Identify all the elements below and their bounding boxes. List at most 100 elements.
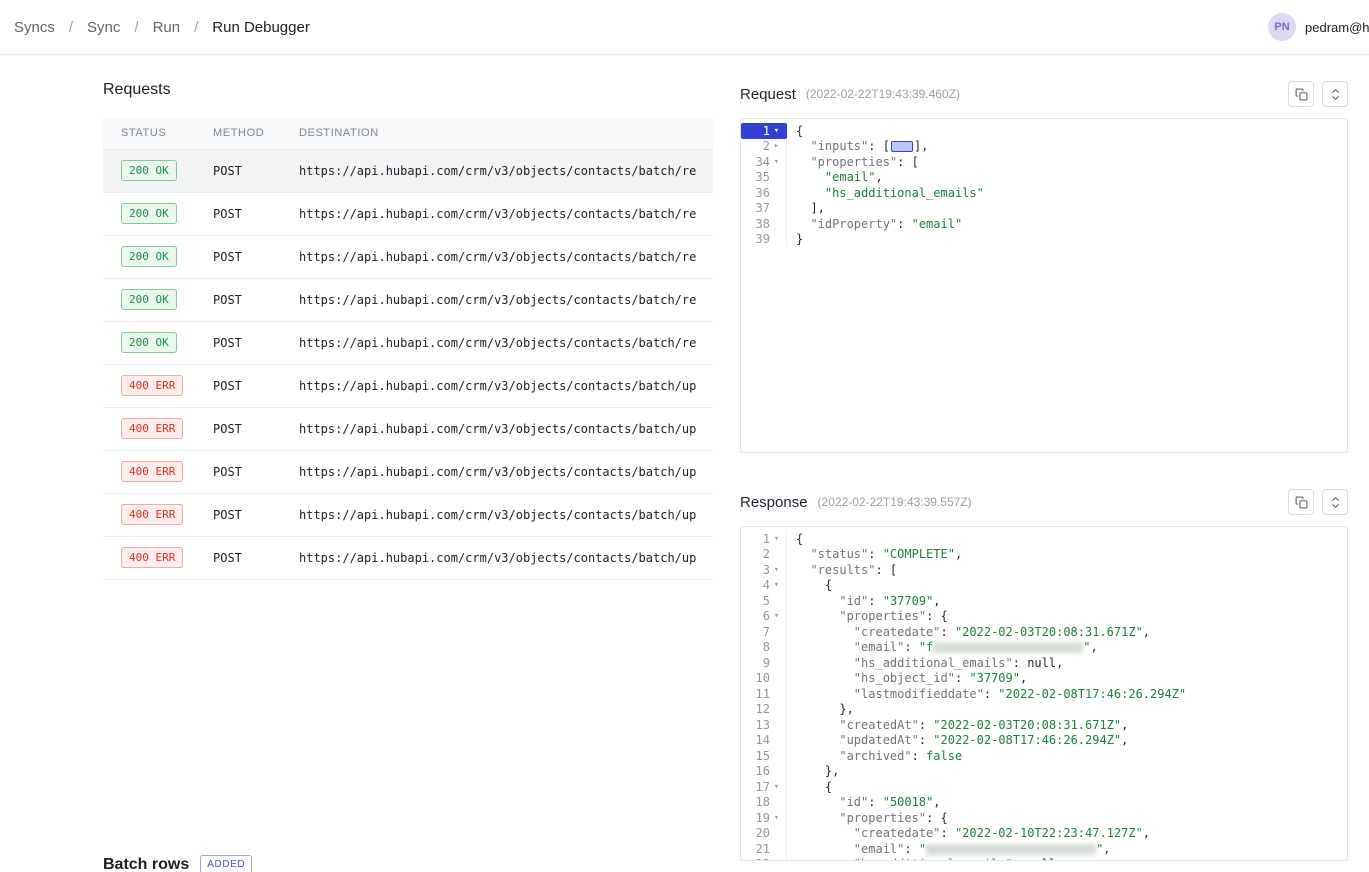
table-row[interactable]: 200 OKPOSThttps://api.hubapi.com/crm/v3/…: [103, 192, 713, 235]
copy-response-button[interactable]: [1288, 489, 1314, 515]
line-gutter: 21: [741, 841, 787, 857]
code-text: "updatedAt": "2022-02-08T17:46:26.294Z",: [796, 733, 1128, 747]
table-row[interactable]: 400 ERRPOSThttps://api.hubapi.com/crm/v3…: [103, 493, 713, 536]
breadcrumb-syncs[interactable]: Syncs: [14, 19, 55, 36]
code-line: 39}: [741, 232, 1347, 248]
line-number: 19: [746, 811, 770, 825]
line-number: 14: [746, 733, 770, 747]
line-number: 13: [746, 718, 770, 732]
line-gutter: 38: [741, 216, 787, 232]
avatar[interactable]: PN: [1268, 13, 1296, 41]
table-row[interactable]: 200 OKPOSThttps://api.hubapi.com/crm/v3/…: [103, 235, 713, 278]
column-header-destination: DESTINATION: [281, 118, 713, 149]
code-text: "hs_additional_emails": null,: [796, 857, 1063, 861]
line-gutter: 8: [741, 640, 787, 656]
fold-arrow-icon[interactable]: ▾: [770, 157, 783, 167]
batch-rows-title: Batch rows: [103, 856, 189, 872]
line-gutter: 39: [741, 232, 787, 248]
table-header-row: STATUS METHOD DESTINATION: [103, 118, 713, 149]
request-viewer: Request (2022-02-22T19:43:39.460Z): [740, 81, 1348, 453]
destination-cell: https://api.hubapi.com/crm/v3/objects/co…: [281, 235, 713, 278]
expand-response-button[interactable]: [1322, 489, 1348, 515]
line-number: 9: [746, 656, 770, 670]
breadcrumb: Syncs / Sync / Run / Run Debugger: [14, 19, 310, 36]
fold-arrow-icon[interactable]: ▾: [770, 565, 783, 575]
response-actions: [1288, 489, 1348, 515]
code-text: "id": "37709",: [796, 594, 941, 608]
response-viewer: Response (2022-02-22T19:43:39.557Z): [740, 489, 1348, 861]
fold-arrow-icon[interactable]: ▾: [770, 782, 783, 792]
line-gutter: 16: [741, 764, 787, 780]
request-title: Request: [740, 86, 796, 103]
table-row[interactable]: 200 OKPOSThttps://api.hubapi.com/crm/v3/…: [103, 278, 713, 321]
status-badge: 200 OK: [121, 332, 177, 353]
status-badge: 200 OK: [121, 160, 177, 181]
code-text: {: [796, 578, 832, 592]
code-line: 38 "idProperty": "email": [741, 216, 1347, 232]
code-line: 37 ],: [741, 201, 1347, 217]
fold-arrow-icon[interactable]: ▾: [770, 813, 783, 823]
copy-request-button[interactable]: [1288, 81, 1314, 107]
table-row[interactable]: 400 ERRPOSThttps://api.hubapi.com/crm/v3…: [103, 407, 713, 450]
table-row[interactable]: 400 ERRPOSThttps://api.hubapi.com/crm/v3…: [103, 450, 713, 493]
line-number: 17: [746, 780, 770, 794]
code-text: {: [796, 124, 803, 138]
line-number: 38: [746, 217, 770, 231]
requests-table: STATUS METHOD DESTINATION 200 OKPOSThttp…: [103, 118, 713, 580]
code-line: 1▾ {: [741, 123, 1347, 139]
line-gutter: 2: [741, 547, 787, 563]
line-number: 5: [746, 594, 770, 608]
line-gutter: 1▾: [741, 123, 787, 139]
code-line: 21 "email": "",: [741, 841, 1347, 857]
code-text: },: [796, 764, 839, 778]
line-number: 4: [746, 578, 770, 592]
line-number: 20: [746, 826, 770, 840]
status-badge: 400 ERR: [121, 461, 183, 482]
code-line: 36 "hs_additional_emails": [741, 185, 1347, 201]
line-gutter: 20: [741, 826, 787, 842]
table-row[interactable]: 400 ERRPOSThttps://api.hubapi.com/crm/v3…: [103, 536, 713, 579]
fold-arrow-icon[interactable]: ▾: [770, 611, 783, 621]
code-line: 2 "status": "COMPLETE",: [741, 547, 1347, 563]
line-gutter: 17▾: [741, 779, 787, 795]
topbar: Syncs / Sync / Run / Run Debugger PN ped…: [0, 0, 1369, 55]
column-header-status: STATUS: [103, 118, 195, 149]
code-text: "archived": false: [796, 749, 962, 763]
line-gutter: 19▾: [741, 810, 787, 826]
destination-cell: https://api.hubapi.com/crm/v3/objects/co…: [281, 192, 713, 235]
line-number: 16: [746, 764, 770, 778]
table-row[interactable]: 400 ERRPOSThttps://api.hubapi.com/crm/v3…: [103, 364, 713, 407]
response-code-editor[interactable]: 1▾{2 "status": "COMPLETE",3▾ "results": …: [740, 526, 1348, 861]
line-gutter: 10: [741, 671, 787, 687]
line-gutter: 36: [741, 185, 787, 201]
breadcrumb-run[interactable]: Run: [153, 19, 181, 36]
table-row[interactable]: 200 OKPOSThttps://api.hubapi.com/crm/v3/…: [103, 321, 713, 364]
column-header-method: METHOD: [195, 118, 281, 149]
method-cell: POST: [195, 493, 281, 536]
fold-arrow-icon[interactable]: ▾: [770, 126, 783, 136]
destination-cell: https://api.hubapi.com/crm/v3/objects/co…: [281, 450, 713, 493]
code-line: 18 "id": "50018",: [741, 795, 1347, 811]
line-gutter: 22: [741, 857, 787, 862]
code-text: "createdate": "2022-02-03T20:08:31.671Z"…: [796, 625, 1150, 639]
breadcrumb-sync[interactable]: Sync: [87, 19, 120, 36]
line-number: 10: [746, 671, 770, 685]
request-viewer-header: Request (2022-02-22T19:43:39.460Z): [740, 81, 1348, 107]
code-line: 17▾ {: [741, 779, 1347, 795]
fold-arrow-icon[interactable]: ▾: [770, 580, 783, 590]
fold-arrow-icon[interactable]: ▸: [770, 141, 783, 151]
code-text: "status": "COMPLETE",: [796, 547, 962, 561]
unfold-icon: [1329, 496, 1342, 509]
line-number: 15: [746, 749, 770, 763]
request-code-editor[interactable]: 1▾{2▸ "inputs": [],34▾ "properties": [35…: [740, 118, 1348, 453]
code-text: "properties": {: [796, 811, 948, 825]
expand-request-button[interactable]: [1322, 81, 1348, 107]
status-badge: 400 ERR: [121, 504, 183, 525]
collapsed-fold-widget[interactable]: [891, 141, 913, 152]
code-text: "id": "50018",: [796, 795, 941, 809]
method-cell: POST: [195, 235, 281, 278]
status-badge: 200 OK: [121, 289, 177, 310]
fold-arrow-icon[interactable]: ▾: [770, 534, 783, 544]
code-line: 14 "updatedAt": "2022-02-08T17:46:26.294…: [741, 733, 1347, 749]
table-row[interactable]: 200 OKPOSThttps://api.hubapi.com/crm/v3/…: [103, 149, 713, 192]
